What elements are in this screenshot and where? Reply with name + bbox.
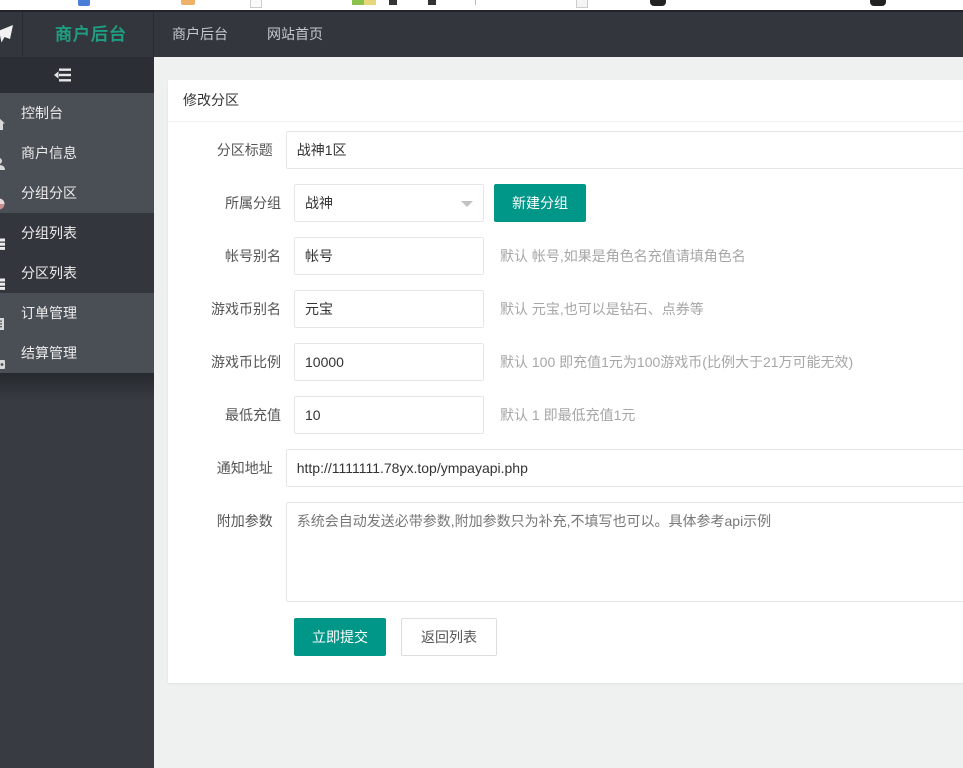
browser-toolbar-strip: [0, 0, 963, 10]
sidebar-item-group-partition[interactable]: 分组分区: [0, 173, 154, 213]
min-recharge-input[interactable]: [294, 396, 484, 434]
header-divider: [22, 12, 23, 57]
field-label: 游戏币比例: [183, 343, 281, 381]
card-title: 修改分区: [168, 80, 963, 122]
field-label: 通知地址: [183, 449, 273, 487]
currency-alias-input[interactable]: [294, 290, 484, 328]
sidebar-item-console[interactable]: 控制台: [0, 93, 154, 133]
bookmark-icon[interactable]: [364, 0, 376, 5]
bookmark-icon[interactable]: [352, 0, 364, 5]
shrink-sidebar-icon: [54, 68, 72, 82]
back-to-list-button[interactable]: 返回列表: [401, 618, 497, 656]
field-hint: 默认 100 即充值1元为100游戏币(比例大于21万可能无效): [500, 343, 853, 381]
field-label: 附加参数: [183, 502, 273, 602]
app-logo[interactable]: 商户后台: [55, 12, 127, 57]
toolbar-divider: [475, 0, 476, 5]
form-row-group: 所属分组 战神 新建分组: [183, 184, 963, 222]
main-content: 修改分区 分区标题 所属分组 战神 新建分组 帐号别名 默认 帐号,如果是角色名…: [154, 57, 963, 768]
field-label: 游戏币别名: [183, 290, 281, 328]
field-label: 最低充值: [183, 396, 281, 434]
field-label: 所属分组: [183, 184, 281, 222]
sidebar-item-settlement-management[interactable]: 结算管理: [0, 333, 154, 373]
actions-spacer: [183, 618, 281, 656]
bookmark-icon[interactable]: [576, 0, 588, 8]
currency-ratio-input[interactable]: [294, 343, 484, 381]
account-alias-input[interactable]: [294, 237, 484, 275]
paper-plane-icon: [0, 24, 14, 49]
bookmark-icon[interactable]: [181, 0, 195, 5]
field-label: 帐号别名: [183, 237, 281, 275]
group-select[interactable]: 战神: [294, 184, 484, 222]
form-row-currency-alias: 游戏币别名 默认 元宝,也可以是钻石、点券等: [183, 290, 963, 328]
sidebar: 控制台 商户信息 分组分区 分组列表 分区列表 订单管理 结算管理: [0, 57, 154, 768]
bookmark-icon[interactable]: [428, 0, 436, 5]
notify-url-input[interactable]: [286, 449, 963, 487]
field-hint: 默认 1 即最低充值1元: [500, 396, 635, 434]
new-group-button[interactable]: 新建分组: [494, 184, 586, 222]
extension-icon[interactable]: [870, 0, 886, 6]
bookmark-icon[interactable]: [389, 0, 397, 5]
partition-title-input[interactable]: [286, 131, 963, 169]
extra-params-textarea[interactable]: [286, 502, 963, 602]
form-row-min-recharge: 最低充值 默认 1 即最低充值1元: [183, 396, 963, 434]
form-row-account-alias: 帐号别名 默认 帐号,如果是角色名充值请填角色名: [183, 237, 963, 275]
form-row-partition-title: 分区标题: [183, 131, 963, 169]
field-label: 分区标题: [183, 131, 273, 169]
chevron-down-icon: [461, 201, 473, 207]
extension-icon[interactable]: [650, 0, 666, 6]
field-hint: 默认 帐号,如果是角色名充值请填角色名: [500, 237, 746, 275]
bookmark-icon[interactable]: [78, 0, 90, 6]
form-actions: 立即提交 返回列表: [183, 618, 963, 656]
sidebar-item-group-list[interactable]: 分组列表: [0, 213, 154, 253]
sidebar-item-order-management[interactable]: 订单管理: [0, 293, 154, 333]
field-hint: 默认 元宝,也可以是钻石、点券等: [500, 290, 704, 328]
top-header: 商户后台 商户后台 网站首页: [0, 10, 963, 57]
header-divider: [153, 12, 154, 57]
header-nav-merchant[interactable]: 商户后台: [172, 12, 228, 57]
form-row-notify-url: 通知地址: [183, 449, 963, 487]
header-nav-site-home[interactable]: 网站首页: [267, 12, 323, 57]
sidebar-item-merchant-info[interactable]: 商户信息: [0, 133, 154, 173]
sidebar-collapse-button[interactable]: [0, 57, 154, 93]
form-row-extra-params: 附加参数: [183, 502, 963, 602]
sidebar-item-partition-list[interactable]: 分区列表: [0, 253, 154, 293]
menu-shadow: [0, 373, 154, 401]
submit-button[interactable]: 立即提交: [294, 618, 386, 656]
bookmark-icon[interactable]: [250, 0, 262, 8]
wallet-icon: [0, 346, 6, 386]
group-select-value: 战神: [295, 185, 483, 221]
edit-partition-card: 修改分区 分区标题 所属分组 战神 新建分组 帐号别名 默认 帐号,如果是角色名…: [168, 80, 963, 683]
form-row-currency-ratio: 游戏币比例 默认 100 即充值1元为100游戏币(比例大于21万可能无效): [183, 343, 963, 381]
